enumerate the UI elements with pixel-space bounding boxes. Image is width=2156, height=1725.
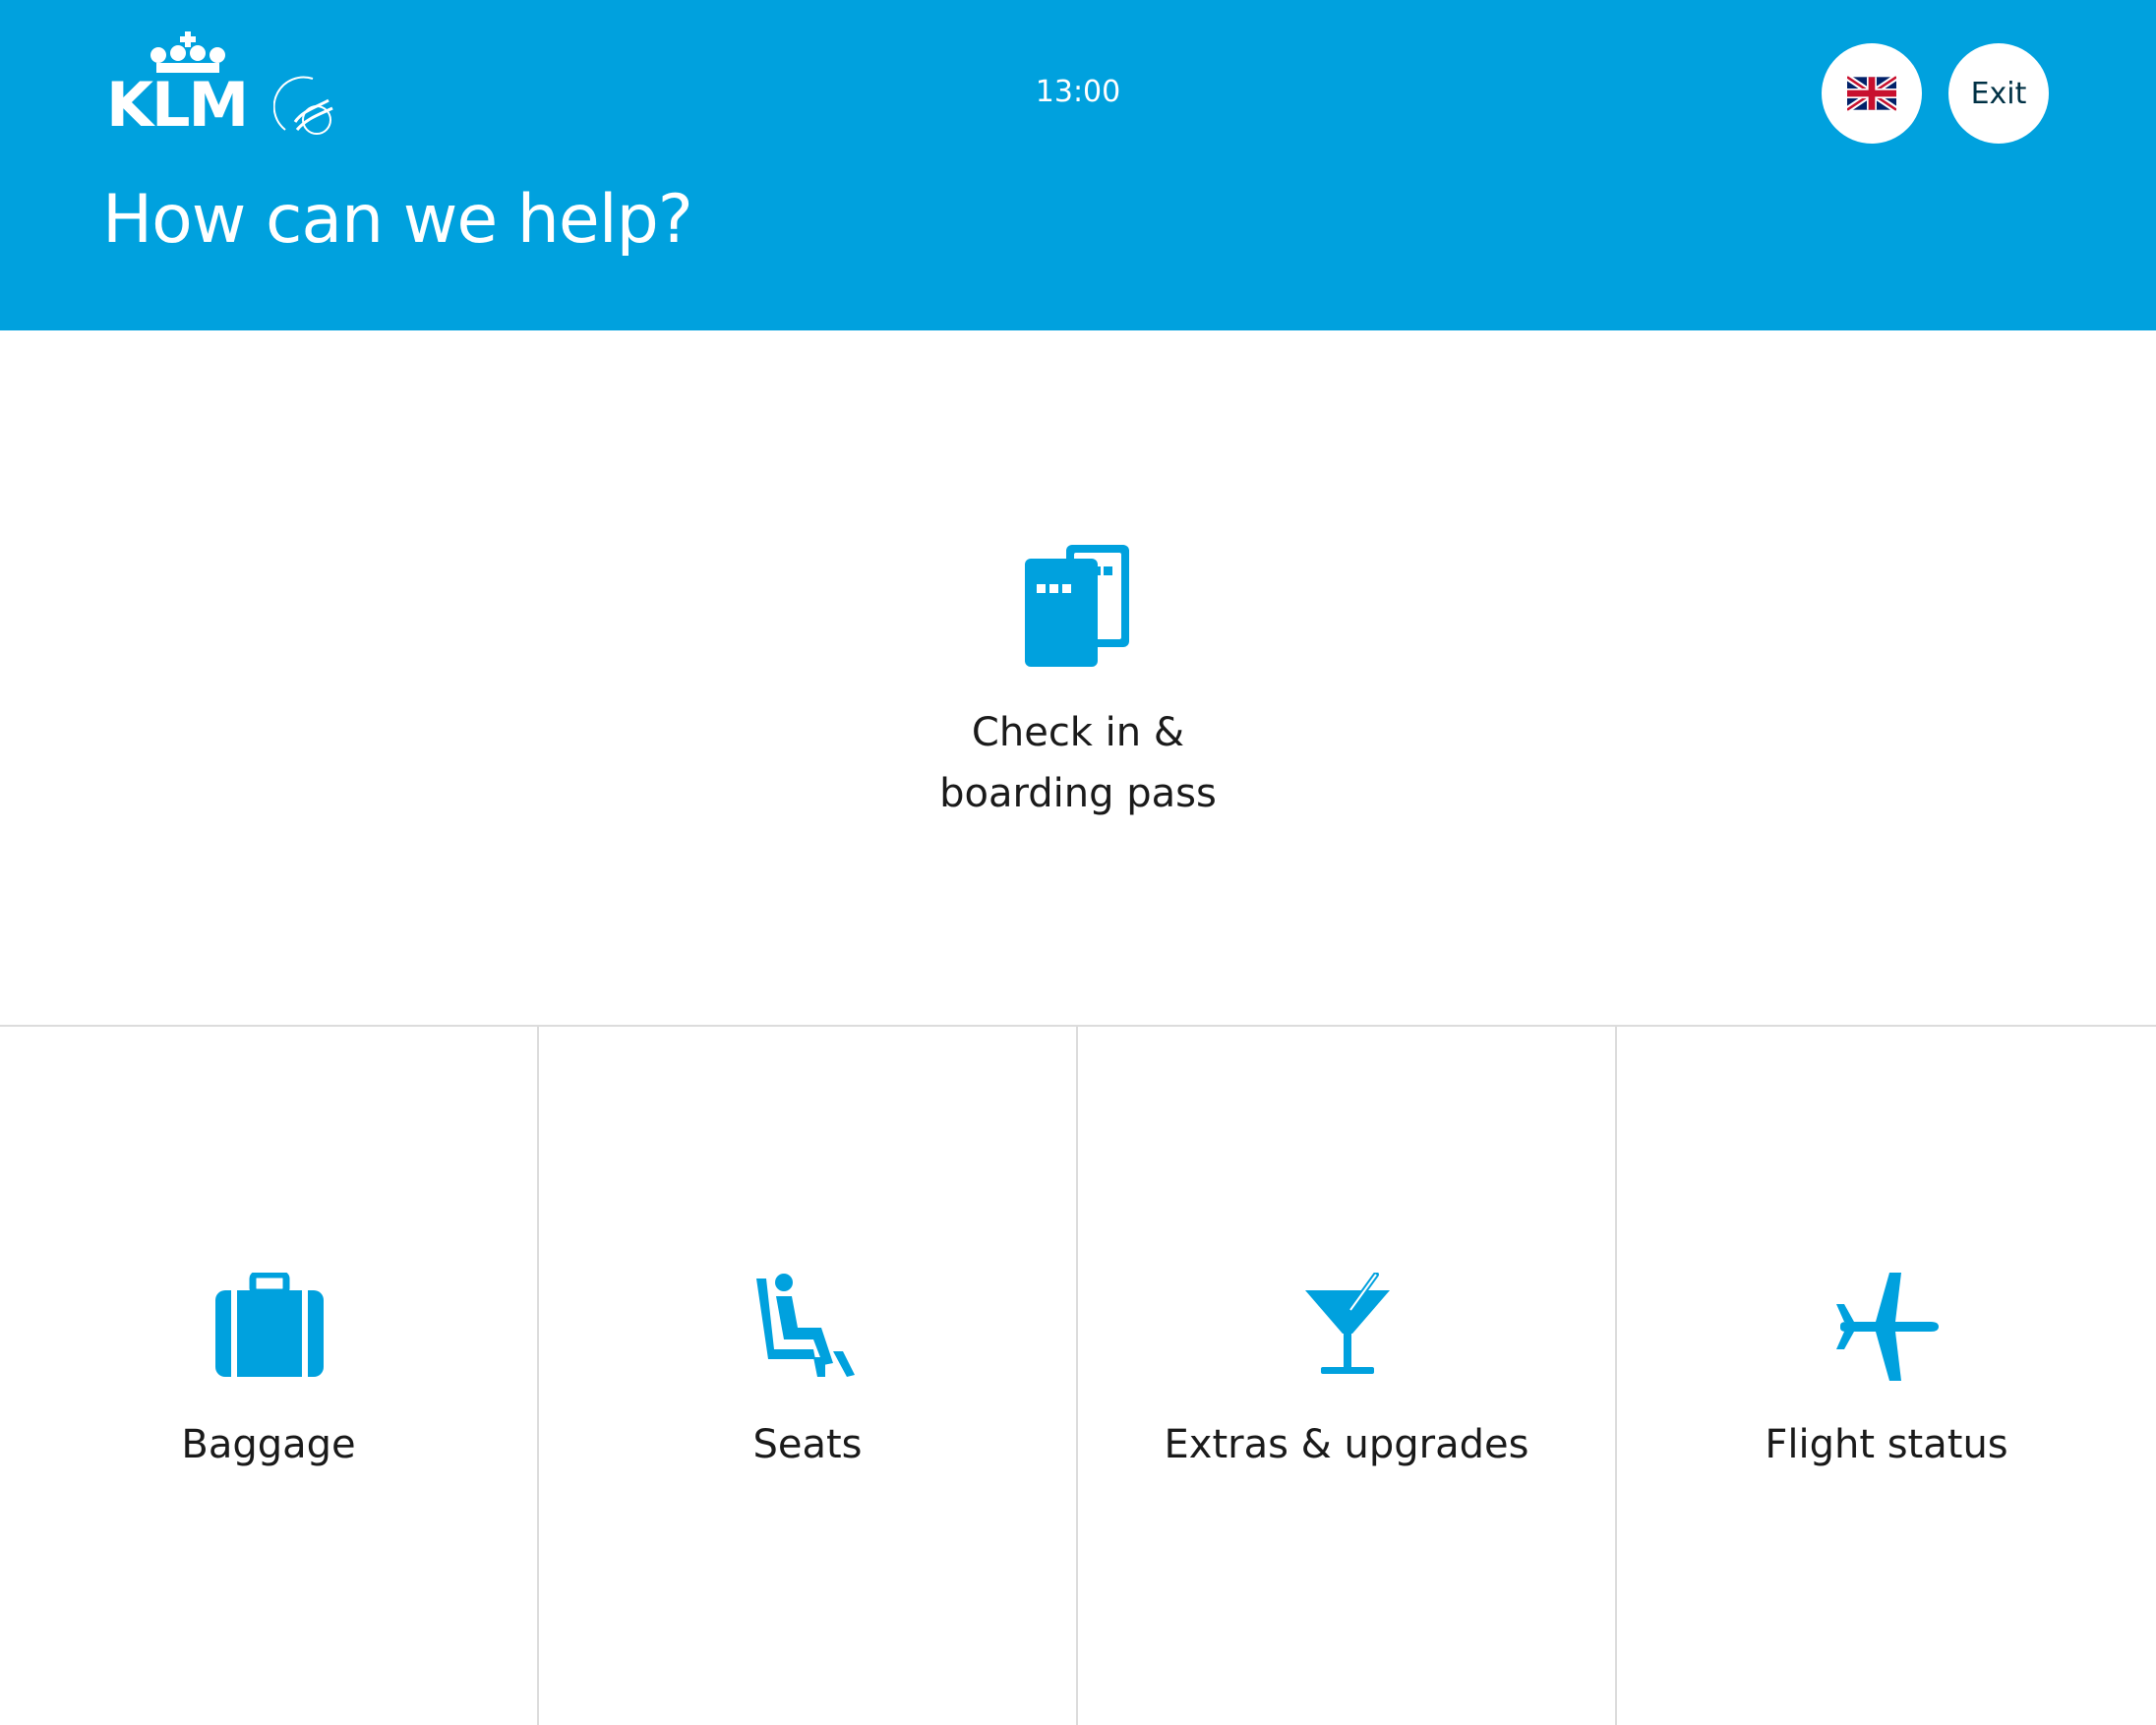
check-in-tile[interactable]: Check in & boarding pass — [0, 330, 2156, 1027]
extras-tile[interactable]: Extras & upgrades — [1078, 1027, 1617, 1725]
cocktail-icon — [1293, 1273, 1402, 1381]
options-grid: Baggage Seats Extras & upgrades Flight s… — [0, 1027, 2156, 1725]
exit-button[interactable]: Exit — [1948, 43, 2049, 144]
seat-icon — [754, 1273, 863, 1381]
check-in-label-line1: Check in & — [971, 710, 1185, 755]
klm-logo: KLM — [106, 31, 346, 146]
flight-status-label: Flight status — [1765, 1422, 2008, 1467]
uk-flag-icon — [1847, 75, 1896, 112]
check-in-label: Check in & boarding pass — [832, 702, 1324, 824]
flight-status-tile[interactable]: Flight status — [1617, 1027, 2156, 1725]
baggage-label: Baggage — [181, 1422, 356, 1467]
seats-tile[interactable]: Seats — [539, 1027, 1078, 1725]
skyteam-logo-icon — [273, 76, 333, 135]
baggage-tile[interactable]: Baggage — [0, 1027, 539, 1725]
extras-label: Extras & upgrades — [1164, 1422, 1529, 1467]
suitcase-icon — [215, 1273, 324, 1381]
header-bar: KLM 13:00 Exit How can we help? — [0, 0, 2156, 330]
clock: 13:00 — [1035, 75, 1121, 109]
airplane-icon — [1832, 1273, 1941, 1381]
seats-label: Seats — [752, 1422, 863, 1467]
language-button[interactable] — [1822, 43, 1922, 144]
check-in-label-line2: boarding pass — [939, 771, 1217, 816]
boarding-pass-icon — [1025, 545, 1131, 667]
klm-wordmark: KLM — [106, 69, 249, 141]
page-title: How can we help? — [102, 181, 693, 259]
kiosk-screen: KLM 13:00 Exit How can we help? Check in… — [0, 0, 2156, 1725]
